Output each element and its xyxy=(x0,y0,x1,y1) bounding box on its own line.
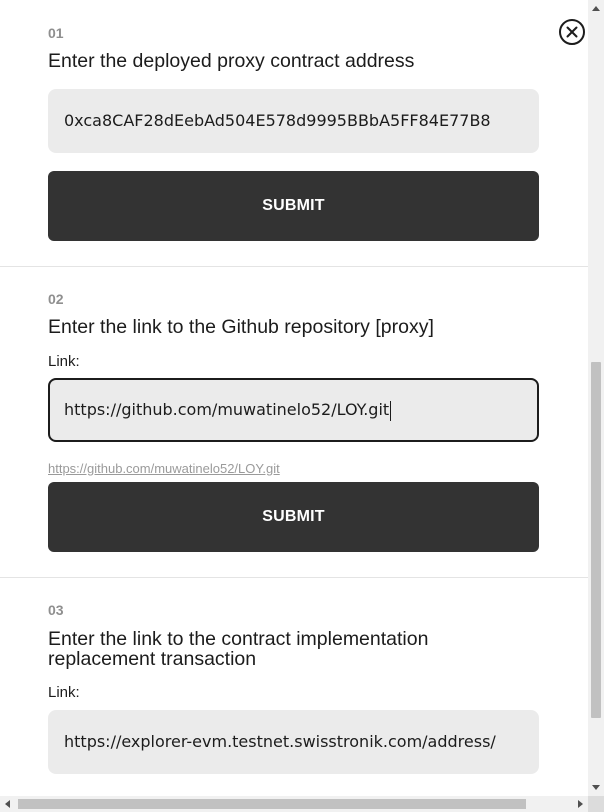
close-button[interactable] xyxy=(558,18,586,46)
scroll-up-arrow-icon[interactable] xyxy=(592,6,600,11)
step-number: 01 xyxy=(48,25,64,41)
step-2-section: 02 Enter the link to the Github reposito… xyxy=(0,266,588,577)
scrollbar-corner xyxy=(588,796,604,812)
step-title: Enter the link to the contract implement… xyxy=(48,628,429,670)
step-number: 02 xyxy=(48,291,64,307)
step-number: 03 xyxy=(48,602,64,618)
text-caret xyxy=(390,400,392,421)
modal-content: 01 Enter the deployed proxy contract add… xyxy=(0,0,588,796)
scroll-right-arrow-icon[interactable] xyxy=(578,800,583,808)
transaction-link-input[interactable]: https://explorer-evm.testnet.swisstronik… xyxy=(48,710,539,774)
step-1-section: 01 Enter the deployed proxy contract add… xyxy=(0,0,588,266)
link-label: Link: xyxy=(48,353,80,370)
horizontal-scrollbar[interactable] xyxy=(0,796,588,812)
scroll-left-arrow-icon[interactable] xyxy=(5,800,10,808)
proxy-address-input[interactable]: 0xca8CAF28dEebAd504E578d9995BBbA5FF84E77… xyxy=(48,89,539,153)
submit-button[interactable]: SUBMIT xyxy=(48,171,539,241)
vertical-scrollbar-thumb[interactable] xyxy=(591,362,601,718)
horizontal-scrollbar-thumb[interactable] xyxy=(18,799,526,809)
link-label: Link: xyxy=(48,684,80,701)
close-circle-icon xyxy=(559,19,585,45)
scroll-down-arrow-icon[interactable] xyxy=(592,785,600,790)
step-3-section: 03 Enter the link to the contract implem… xyxy=(0,577,588,796)
step-title: Enter the link to the Github repository … xyxy=(48,316,434,338)
submit-button[interactable]: SUBMIT xyxy=(48,482,539,552)
vertical-scrollbar[interactable] xyxy=(588,0,604,796)
step-title: Enter the deployed proxy contract addres… xyxy=(48,50,415,72)
github-link-value: https://github.com/muwatinelo52/LOY.git xyxy=(64,400,390,419)
github-link-preview[interactable]: https://github.com/muwatinelo52/LOY.git xyxy=(48,461,280,476)
github-link-input[interactable]: https://github.com/muwatinelo52/LOY.git xyxy=(48,378,539,442)
